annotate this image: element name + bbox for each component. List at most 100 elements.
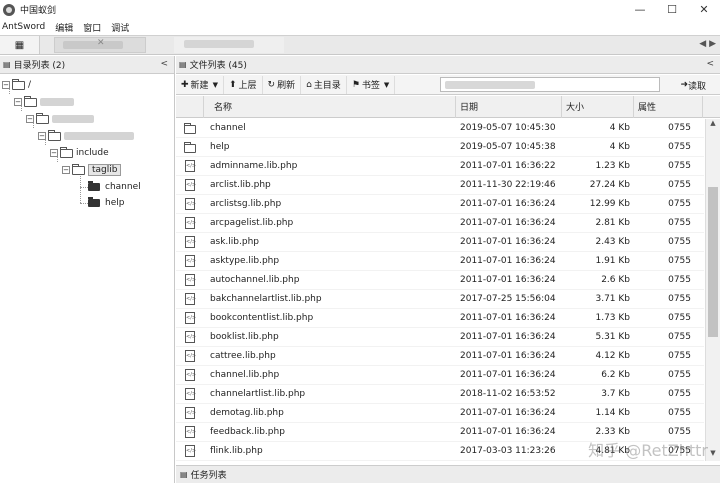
file-name: demotag.lib.php — [210, 408, 284, 418]
tree-node-channel[interactable]: channel — [88, 180, 141, 194]
collapse-toggle-icon[interactable]: − — [2, 81, 10, 89]
bookmark-icon: ⚑ — [351, 79, 360, 90]
column-date[interactable]: 日期 — [456, 95, 562, 118]
tree-node-level2[interactable]: − — [26, 112, 94, 126]
file-attr: 0755 — [668, 199, 691, 209]
file-size: 1.23 Kb — [595, 161, 630, 171]
file-name: arclist.lib.php — [210, 180, 271, 190]
file-row[interactable]: channelartlist.lib.php 2018-11-02 16:53:5… — [176, 385, 704, 404]
maximize-button[interactable]: ☐ — [656, 0, 688, 19]
tab-home[interactable]: ▦ — [0, 36, 40, 54]
file-attr: 0755 — [668, 389, 691, 399]
tree-node-level1[interactable]: − — [14, 95, 74, 109]
column-name[interactable]: 名称 — [204, 95, 456, 118]
task-panel-header[interactable]: ▤ 任务列表 — [176, 465, 720, 483]
file-name: channel — [210, 123, 246, 133]
file-row[interactable]: bakchannelartlist.lib.php 2017-07-25 15:5… — [176, 290, 704, 309]
refresh-icon: ↻ — [267, 79, 276, 90]
file-row[interactable]: help 2019-05-07 10:45:38 4 Kb 0755 — [176, 138, 704, 157]
tab-scroll-arrows-icon[interactable]: ◀ ▶ — [699, 39, 716, 49]
file-size: 2.6 Kb — [601, 275, 630, 285]
tree-node-root[interactable]: − / — [2, 78, 31, 92]
php-file-icon — [185, 198, 195, 210]
file-row[interactable]: arcpagelist.lib.php 2011-07-01 16:36:24 2.… — [176, 214, 704, 233]
file-name: bookcontentlist.lib.php — [210, 313, 314, 323]
file-date: 2017-03-03 11:23:26 — [460, 446, 556, 456]
collapse-toggle-icon[interactable]: − — [38, 132, 46, 140]
file-row[interactable]: channel.lib.php 2011-07-01 16:36:24 6.2 Kb… — [176, 366, 704, 385]
file-size: 5.31 Kb — [595, 332, 630, 342]
file-name: booklist.lib.php — [210, 332, 279, 342]
menu-window[interactable]: 窗口 — [83, 21, 101, 34]
php-file-icon — [185, 312, 195, 324]
scroll-thumb[interactable] — [708, 187, 718, 337]
scroll-up-icon[interactable]: ▲ — [706, 119, 720, 131]
collapse-toggle-icon[interactable]: − — [50, 149, 58, 157]
tree-node-taglib[interactable]: − taglib — [62, 163, 122, 177]
php-file-icon — [185, 407, 195, 419]
menu-antsword[interactable]: AntSword — [2, 22, 45, 32]
tree-node-level3[interactable]: − — [38, 129, 134, 143]
collapse-toggle-icon[interactable]: − — [62, 166, 70, 174]
file-attr: 0755 — [668, 123, 691, 133]
bookmark-button[interactable]: ⚑ 书签 ▼ — [347, 75, 396, 94]
file-row[interactable]: arclist.lib.php 2011-11-30 22:19:46 27.24 … — [176, 176, 704, 195]
php-file-icon — [185, 388, 195, 400]
collapse-toggle-icon[interactable]: − — [14, 98, 22, 106]
php-file-icon — [185, 426, 195, 438]
minimize-button[interactable]: — — [624, 0, 656, 19]
file-row[interactable]: asktype.lib.php 2011-07-01 16:36:24 1.91 K… — [176, 252, 704, 271]
file-date: 2011-07-01 16:36:24 — [460, 332, 556, 342]
file-list-scrollbar[interactable]: ▲ ▼ — [705, 119, 720, 461]
file-date: 2018-11-02 16:53:52 — [460, 389, 556, 399]
file-row[interactable]: autochannel.lib.php 2011-07-01 16:36:24 2.… — [176, 271, 704, 290]
tree-node-label: / — [28, 80, 32, 90]
file-attr: 0755 — [668, 332, 691, 342]
file-name: arclistsg.lib.php — [210, 199, 282, 209]
directory-panel: ▤ 目录列表 (2) < − / − − − − include − tagli… — [0, 56, 175, 483]
file-row[interactable]: booklist.lib.php 2011-07-01 16:36:24 5.31 … — [176, 328, 704, 347]
scroll-down-icon[interactable]: ▼ — [706, 449, 720, 461]
home-dir-button[interactable]: ⌂ 主目录 — [301, 75, 347, 94]
file-row[interactable]: bookcontentlist.lib.php 2011-07-01 16:36:… — [176, 309, 704, 328]
file-row[interactable]: adminname.lib.php 2011-07-01 16:36:22 1.23… — [176, 157, 704, 176]
new-button[interactable]: ✚ 新建 ▼ — [176, 75, 224, 94]
collapse-left-icon[interactable]: < — [160, 59, 168, 69]
file-attr: 0755 — [668, 408, 691, 418]
close-button[interactable]: ✕ — [688, 0, 720, 19]
php-file-icon — [185, 369, 195, 381]
file-row[interactable]: channel 2019-05-07 10:45:30 4 Kb 0755 — [176, 119, 704, 138]
path-input[interactable] — [440, 77, 660, 92]
tree-node-include[interactable]: − include — [50, 146, 109, 160]
file-row[interactable]: demotag.lib.php 2011-07-01 16:36:24 1.14 K… — [176, 404, 704, 423]
file-name: adminname.lib.php — [210, 161, 298, 171]
collapse-toggle-icon[interactable]: − — [26, 115, 34, 123]
file-name: channel.lib.php — [210, 370, 280, 380]
file-attr: 0755 — [668, 370, 691, 380]
folder-open-icon — [72, 163, 85, 175]
tree-node-help[interactable]: help — [88, 196, 124, 210]
file-toolbar: ✚ 新建 ▼ ⬆ 上层 ↻ 刷新 ⌂ 主目录 ⚑ 书签 ▼ ➜ 读取 — [176, 75, 720, 95]
file-attr: 0755 — [668, 180, 691, 190]
up-button[interactable]: ⬆ 上层 — [224, 75, 263, 94]
column-attr[interactable]: 属性 — [634, 95, 703, 118]
refresh-button[interactable]: ↻ 刷新 — [263, 75, 302, 94]
file-row[interactable]: cattree.lib.php 2011-07-01 16:36:24 4.12 K… — [176, 347, 704, 366]
file-size: 2.33 Kb — [595, 427, 630, 437]
tab-close-icon[interactable]: ✕ — [97, 38, 105, 48]
php-file-icon — [185, 274, 195, 286]
collapse-right-icon[interactable]: < — [706, 59, 714, 69]
column-size[interactable]: 大小 — [562, 95, 634, 118]
watermark: 知乎 @RetZhttr — [588, 441, 708, 460]
dropdown-caret-icon: ▼ — [212, 80, 218, 89]
menu-debug[interactable]: 调试 — [111, 21, 129, 34]
file-attr: 0755 — [668, 313, 691, 323]
redacted-folder-name — [52, 115, 94, 123]
menu-edit[interactable]: 编辑 — [55, 21, 73, 34]
file-row[interactable]: arclistsg.lib.php 2011-07-01 16:36:24 12.9… — [176, 195, 704, 214]
file-row[interactable]: ask.lib.php 2011-07-01 16:36:24 2.43 Kb 075… — [176, 233, 704, 252]
read-button[interactable]: ➜ 读取 — [680, 77, 706, 93]
php-file-icon — [185, 255, 195, 267]
tab-shell-2[interactable] — [174, 37, 284, 53]
file-attr: 0755 — [668, 256, 691, 266]
